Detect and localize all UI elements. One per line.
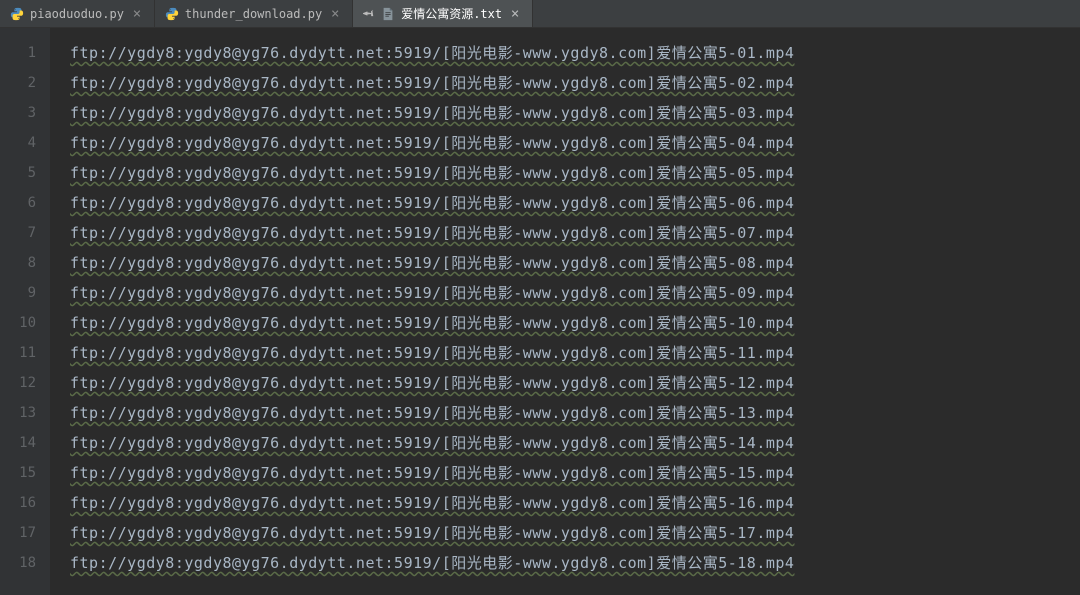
- editor-line[interactable]: ftp://ygdy8:ygdy8@yg76.dydytt.net:5919/[…: [70, 98, 1080, 128]
- line-number: 15: [0, 458, 50, 488]
- line-number: 12: [0, 368, 50, 398]
- tab-label: piaoduoduo.py: [30, 7, 124, 21]
- editor-line[interactable]: ftp://ygdy8:ygdy8@yg76.dydytt.net:5919/[…: [70, 488, 1080, 518]
- close-icon[interactable]: ×: [508, 7, 522, 21]
- line-number: 14: [0, 428, 50, 458]
- line-number: 13: [0, 398, 50, 428]
- close-icon[interactable]: ×: [328, 7, 342, 21]
- editor-line[interactable]: ftp://ygdy8:ygdy8@yg76.dydytt.net:5919/[…: [70, 398, 1080, 428]
- editor-line[interactable]: ftp://ygdy8:ygdy8@yg76.dydytt.net:5919/[…: [70, 248, 1080, 278]
- editor-line[interactable]: ftp://ygdy8:ygdy8@yg76.dydytt.net:5919/[…: [70, 308, 1080, 338]
- editor-line[interactable]: ftp://ygdy8:ygdy8@yg76.dydytt.net:5919/[…: [70, 338, 1080, 368]
- editor-content[interactable]: ftp://ygdy8:ygdy8@yg76.dydytt.net:5919/[…: [50, 28, 1080, 595]
- editor-line[interactable]: ftp://ygdy8:ygdy8@yg76.dydytt.net:5919/[…: [70, 368, 1080, 398]
- editor-line[interactable]: ftp://ygdy8:ygdy8@yg76.dydytt.net:5919/[…: [70, 128, 1080, 158]
- python-file-icon: [10, 7, 24, 21]
- line-number: 3: [0, 98, 50, 128]
- line-number: 1: [0, 38, 50, 68]
- tab-resources-txt[interactable]: 爱情公寓资源.txt ×: [353, 0, 533, 27]
- editor: 123456789101112131415161718 ftp://ygdy8:…: [0, 28, 1080, 595]
- editor-line[interactable]: ftp://ygdy8:ygdy8@yg76.dydytt.net:5919/[…: [70, 188, 1080, 218]
- line-number: 9: [0, 278, 50, 308]
- python-file-icon: [165, 7, 179, 21]
- tab-label: thunder_download.py: [185, 7, 322, 21]
- line-number: 2: [0, 68, 50, 98]
- line-number: 4: [0, 128, 50, 158]
- editor-line[interactable]: ftp://ygdy8:ygdy8@yg76.dydytt.net:5919/[…: [70, 278, 1080, 308]
- editor-line[interactable]: ftp://ygdy8:ygdy8@yg76.dydytt.net:5919/[…: [70, 218, 1080, 248]
- editor-line[interactable]: ftp://ygdy8:ygdy8@yg76.dydytt.net:5919/[…: [70, 548, 1080, 578]
- line-number: 10: [0, 308, 50, 338]
- editor-line[interactable]: ftp://ygdy8:ygdy8@yg76.dydytt.net:5919/[…: [70, 158, 1080, 188]
- close-icon[interactable]: ×: [130, 7, 144, 21]
- line-number: 17: [0, 518, 50, 548]
- line-number-gutter: 123456789101112131415161718: [0, 28, 50, 595]
- line-number: 11: [0, 338, 50, 368]
- pin-icon: [363, 8, 375, 20]
- editor-line[interactable]: ftp://ygdy8:ygdy8@yg76.dydytt.net:5919/[…: [70, 428, 1080, 458]
- tab-piaoduoduo[interactable]: piaoduoduo.py ×: [0, 0, 155, 27]
- line-number: 6: [0, 188, 50, 218]
- tab-label: 爱情公寓资源.txt: [401, 5, 502, 22]
- editor-line[interactable]: ftp://ygdy8:ygdy8@yg76.dydytt.net:5919/[…: [70, 518, 1080, 548]
- tab-bar: piaoduoduo.py × thunder_download.py ×: [0, 0, 1080, 28]
- line-number: 5: [0, 158, 50, 188]
- line-number: 8: [0, 248, 50, 278]
- editor-line[interactable]: ftp://ygdy8:ygdy8@yg76.dydytt.net:5919/[…: [70, 458, 1080, 488]
- text-file-icon: [381, 7, 395, 21]
- line-number: 16: [0, 488, 50, 518]
- line-number: 18: [0, 548, 50, 578]
- editor-line[interactable]: ftp://ygdy8:ygdy8@yg76.dydytt.net:5919/[…: [70, 38, 1080, 68]
- editor-line[interactable]: ftp://ygdy8:ygdy8@yg76.dydytt.net:5919/[…: [70, 68, 1080, 98]
- line-number: 7: [0, 218, 50, 248]
- tab-thunder-download[interactable]: thunder_download.py ×: [155, 0, 353, 27]
